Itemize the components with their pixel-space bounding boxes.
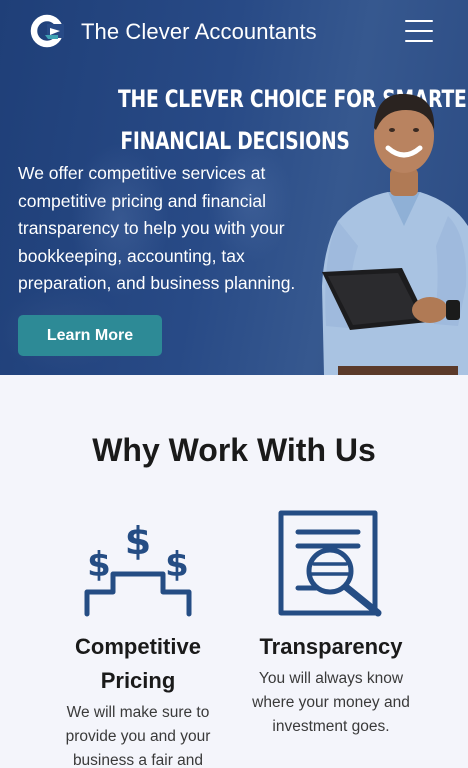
- brand-name[interactable]: The Clever Accountants: [81, 19, 317, 45]
- headline-line-2: FINANCIAL DECISIONS: [120, 127, 350, 155]
- svg-text:$: $: [125, 519, 151, 563]
- why-section-title: Why Work With Us: [92, 432, 376, 468]
- menu-line: [405, 40, 433, 42]
- svg-text:$: $: [87, 545, 111, 585]
- feature-title: Transparency: [259, 634, 403, 659]
- menu-line: [405, 30, 433, 32]
- headline-line-1: THE CLEVER CHOICE FOR SMARTER: [118, 85, 468, 113]
- menu-line: [405, 20, 433, 22]
- feature-description: You will always know where your money an…: [252, 670, 410, 735]
- svg-text:$: $: [165, 545, 189, 585]
- top-navigation-bar: The Clever Accountants: [0, 0, 468, 64]
- feature-competitive-pricing: $ $ $ Competitive Pricing We will make s…: [43, 510, 233, 768]
- document-magnifier-icon: [278, 510, 382, 617]
- c-logo-icon[interactable]: [30, 14, 64, 48]
- feature-title: Competitive Pricing: [75, 634, 201, 693]
- hero-headline: THE CLEVER CHOICE FOR SMARTER FINANCIAL …: [118, 78, 468, 162]
- hero-section: The Clever Accountants THE CLEVER CHOICE…: [0, 0, 468, 375]
- dollar-podium-icon: $ $ $: [84, 519, 192, 617]
- businessman-photo: [322, 93, 468, 375]
- feature-transparency: Transparency You will always know where …: [236, 510, 426, 739]
- learn-more-button[interactable]: Learn More: [18, 315, 162, 356]
- feature-description: We will make sure to provide you and you…: [65, 704, 211, 768]
- hamburger-menu-icon[interactable]: [405, 18, 433, 44]
- hero-description: We offer competitive services at competi…: [18, 163, 296, 293]
